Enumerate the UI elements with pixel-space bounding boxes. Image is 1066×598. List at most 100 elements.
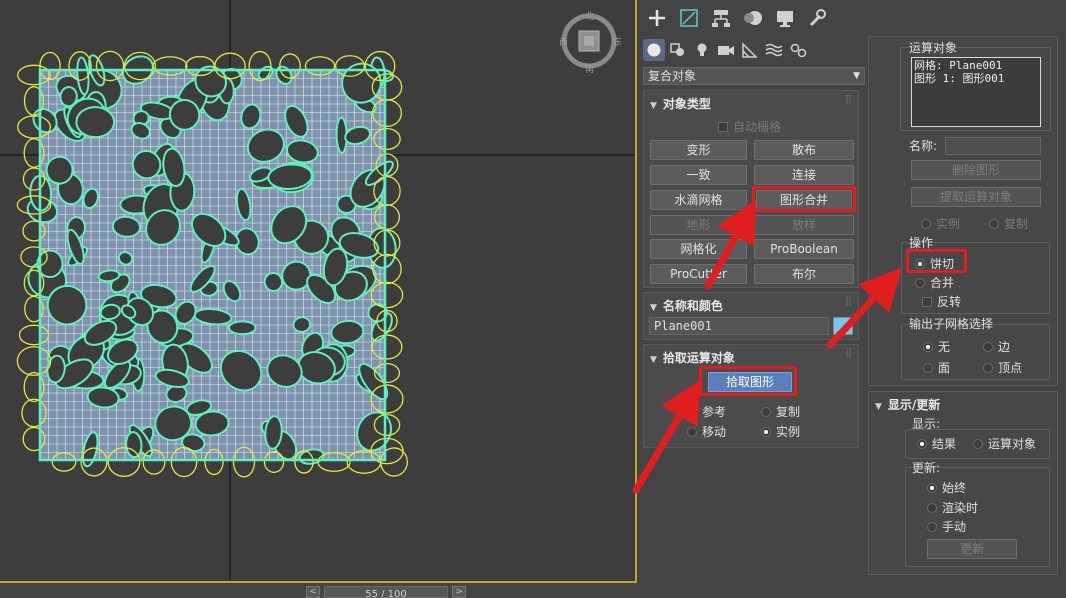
delete-shape-button[interactable]: 删除图形 xyxy=(911,160,1041,180)
radio-update-when-rendering[interactable]: 渲染时 xyxy=(927,499,978,516)
operand-name-label: 名称: xyxy=(909,139,938,153)
btn-conform[interactable]: 一致 xyxy=(650,165,747,185)
command-panel-tabs xyxy=(639,0,1066,36)
radio-move[interactable]: 移动 xyxy=(687,423,726,440)
operand-name-field[interactable] xyxy=(945,137,1041,155)
viewcube-south[interactable]: 南 xyxy=(585,62,594,75)
radio-label: 复制 xyxy=(1004,217,1029,231)
rollout-grip-icon[interactable]: ⣿ xyxy=(845,297,852,307)
shapes-icon[interactable] xyxy=(667,39,689,61)
btn-connect[interactable]: 连接 xyxy=(754,165,854,185)
category-dropdown[interactable]: 复合对象 ▼ xyxy=(643,67,865,85)
radio-dot xyxy=(927,522,937,532)
spacewarps-icon[interactable] xyxy=(763,39,785,61)
radio-extract-copy[interactable]: 复制 xyxy=(989,215,1028,232)
hierarchy-tab-icon[interactable] xyxy=(710,7,732,29)
autogrid-checkbox[interactable]: 自动栅格 xyxy=(718,118,781,135)
perspective-viewport[interactable]: 北 南 西 东 xyxy=(0,0,637,583)
btn-proboolean[interactable]: ProBoolean xyxy=(754,239,854,259)
geometry-icon[interactable] xyxy=(643,39,665,61)
btn-scatter[interactable]: 散布 xyxy=(754,140,854,160)
radio-label: 参考 xyxy=(702,405,727,419)
radio-reference[interactable]: 参考 xyxy=(687,403,726,420)
radio-label: 实例 xyxy=(936,217,961,231)
motion-tab-icon[interactable] xyxy=(742,7,764,29)
radio-sub-edge[interactable]: 边 xyxy=(983,338,1010,355)
time-slider[interactable]: < 55 / 100 > xyxy=(306,586,466,598)
rollout-title: 显示/更新 xyxy=(887,398,941,412)
radio-instance[interactable]: 实例 xyxy=(761,423,800,440)
object-color-swatch[interactable] xyxy=(833,317,853,335)
time-prev-icon[interactable]: < xyxy=(306,586,320,598)
checkbox-box xyxy=(922,297,932,307)
viewcube-north[interactable]: 北 xyxy=(585,9,594,22)
rollout-display-update: ▼ 显示/更新 显示: 结果 运算对象 更新: 始终 渲染时 手动 更新 xyxy=(868,391,1058,575)
viewcube-west[interactable]: 西 xyxy=(559,35,568,48)
utilities-tab-wrench-icon[interactable] xyxy=(806,7,828,29)
create-tab-plus-icon[interactable] xyxy=(646,7,668,29)
radio-update-manually[interactable]: 手动 xyxy=(927,518,966,535)
rollout-grip-icon[interactable]: ⣿ xyxy=(845,349,852,359)
rollout-parameters: 运算对象 网格: Plane001 图形 1: 图形001 名称: 删除图形 提… xyxy=(868,36,1058,386)
btn-shapemerge[interactable]: 图形合并 xyxy=(756,190,852,210)
autogrid-label: 自动栅格 xyxy=(733,120,782,134)
viewcube-east[interactable]: 东 xyxy=(613,35,622,48)
operand-item[interactable]: 图形 1: 图形001 xyxy=(914,72,1038,85)
collapse-triangle-icon: ▼ xyxy=(650,355,657,365)
rollout-object-type-header[interactable]: ▼ 对象类型 xyxy=(650,95,711,112)
radio-dot xyxy=(761,407,771,417)
cameras-icon[interactable] xyxy=(715,39,737,61)
radio-copy[interactable]: 复制 xyxy=(761,403,800,420)
rollout-display-update-header[interactable]: ▼ 显示/更新 xyxy=(875,396,940,413)
btn-procutter[interactable]: ProCutter xyxy=(650,264,747,284)
viewcube[interactable]: 北 南 西 东 xyxy=(559,9,622,75)
btn-mesher[interactable]: 网格化 xyxy=(650,239,747,259)
radio-dot xyxy=(761,427,771,437)
btn-loft[interactable]: 放样 xyxy=(754,215,854,235)
invert-checkbox[interactable]: 反转 xyxy=(922,293,961,310)
rollout-name-color-header[interactable]: ▼ 名称和颜色 xyxy=(650,297,723,314)
update-button[interactable]: 更新 xyxy=(927,539,1017,559)
radio-sub-vertex[interactable]: 顶点 xyxy=(983,359,1022,376)
radio-dot xyxy=(927,503,937,513)
modify-tab-icon[interactable] xyxy=(678,7,700,29)
plane-mesh[interactable] xyxy=(16,50,408,478)
radio-display-result[interactable]: 结果 xyxy=(917,435,956,452)
display-tab-icon[interactable] xyxy=(774,7,796,29)
radio-label: 运算对象 xyxy=(988,437,1037,451)
invert-label: 反转 xyxy=(937,295,962,309)
btn-morph[interactable]: 变形 xyxy=(650,140,747,160)
radio-sub-face[interactable]: 面 xyxy=(923,359,950,376)
checkbox-box xyxy=(718,122,728,132)
radio-cookie-cutter[interactable]: 饼切 xyxy=(915,255,954,272)
scene-canvas xyxy=(0,0,635,581)
btn-boolean[interactable]: 布尔 xyxy=(754,264,854,284)
extract-operand-button[interactable]: 提取运算对象 xyxy=(911,187,1041,207)
radio-extract-instance[interactable]: 实例 xyxy=(921,215,960,232)
radio-label: 始终 xyxy=(942,481,967,495)
lights-icon[interactable] xyxy=(691,39,713,61)
time-next-icon[interactable]: > xyxy=(452,586,466,598)
cut-hole xyxy=(75,106,116,139)
operand-item[interactable]: 网格: Plane001 xyxy=(914,59,1038,72)
btn-terrain[interactable]: 地形 xyxy=(650,215,747,235)
category-dropdown-value: 复合对象 xyxy=(648,69,697,83)
collapse-triangle-icon: ▼ xyxy=(875,402,882,412)
rollout-pick-operand-header[interactable]: ▼ 拾取运算对象 xyxy=(650,349,735,366)
helpers-icon[interactable] xyxy=(739,39,761,61)
radio-display-operands[interactable]: 运算对象 xyxy=(973,435,1036,452)
radio-sub-none[interactable]: 无 xyxy=(923,338,950,355)
btn-blobmesh[interactable]: 水滴网格 xyxy=(650,190,747,210)
radio-label: 合并 xyxy=(930,276,955,290)
radio-merge[interactable]: 合并 xyxy=(915,274,954,291)
object-name-field[interactable]: Plane001 xyxy=(649,317,829,335)
systems-icon[interactable] xyxy=(787,39,809,61)
rollout-grip-icon[interactable]: ⣿ xyxy=(845,95,852,105)
radio-update-always[interactable]: 始终 xyxy=(927,479,966,496)
radio-label: 实例 xyxy=(776,425,801,439)
radio-dot xyxy=(923,342,933,352)
time-frame-readout[interactable]: 55 / 100 xyxy=(324,586,448,598)
pick-shape-button[interactable]: 拾取图形 xyxy=(708,372,792,392)
radio-dot xyxy=(989,219,999,229)
operands-list[interactable]: 网格: Plane001 图形 1: 图形001 xyxy=(911,57,1041,127)
